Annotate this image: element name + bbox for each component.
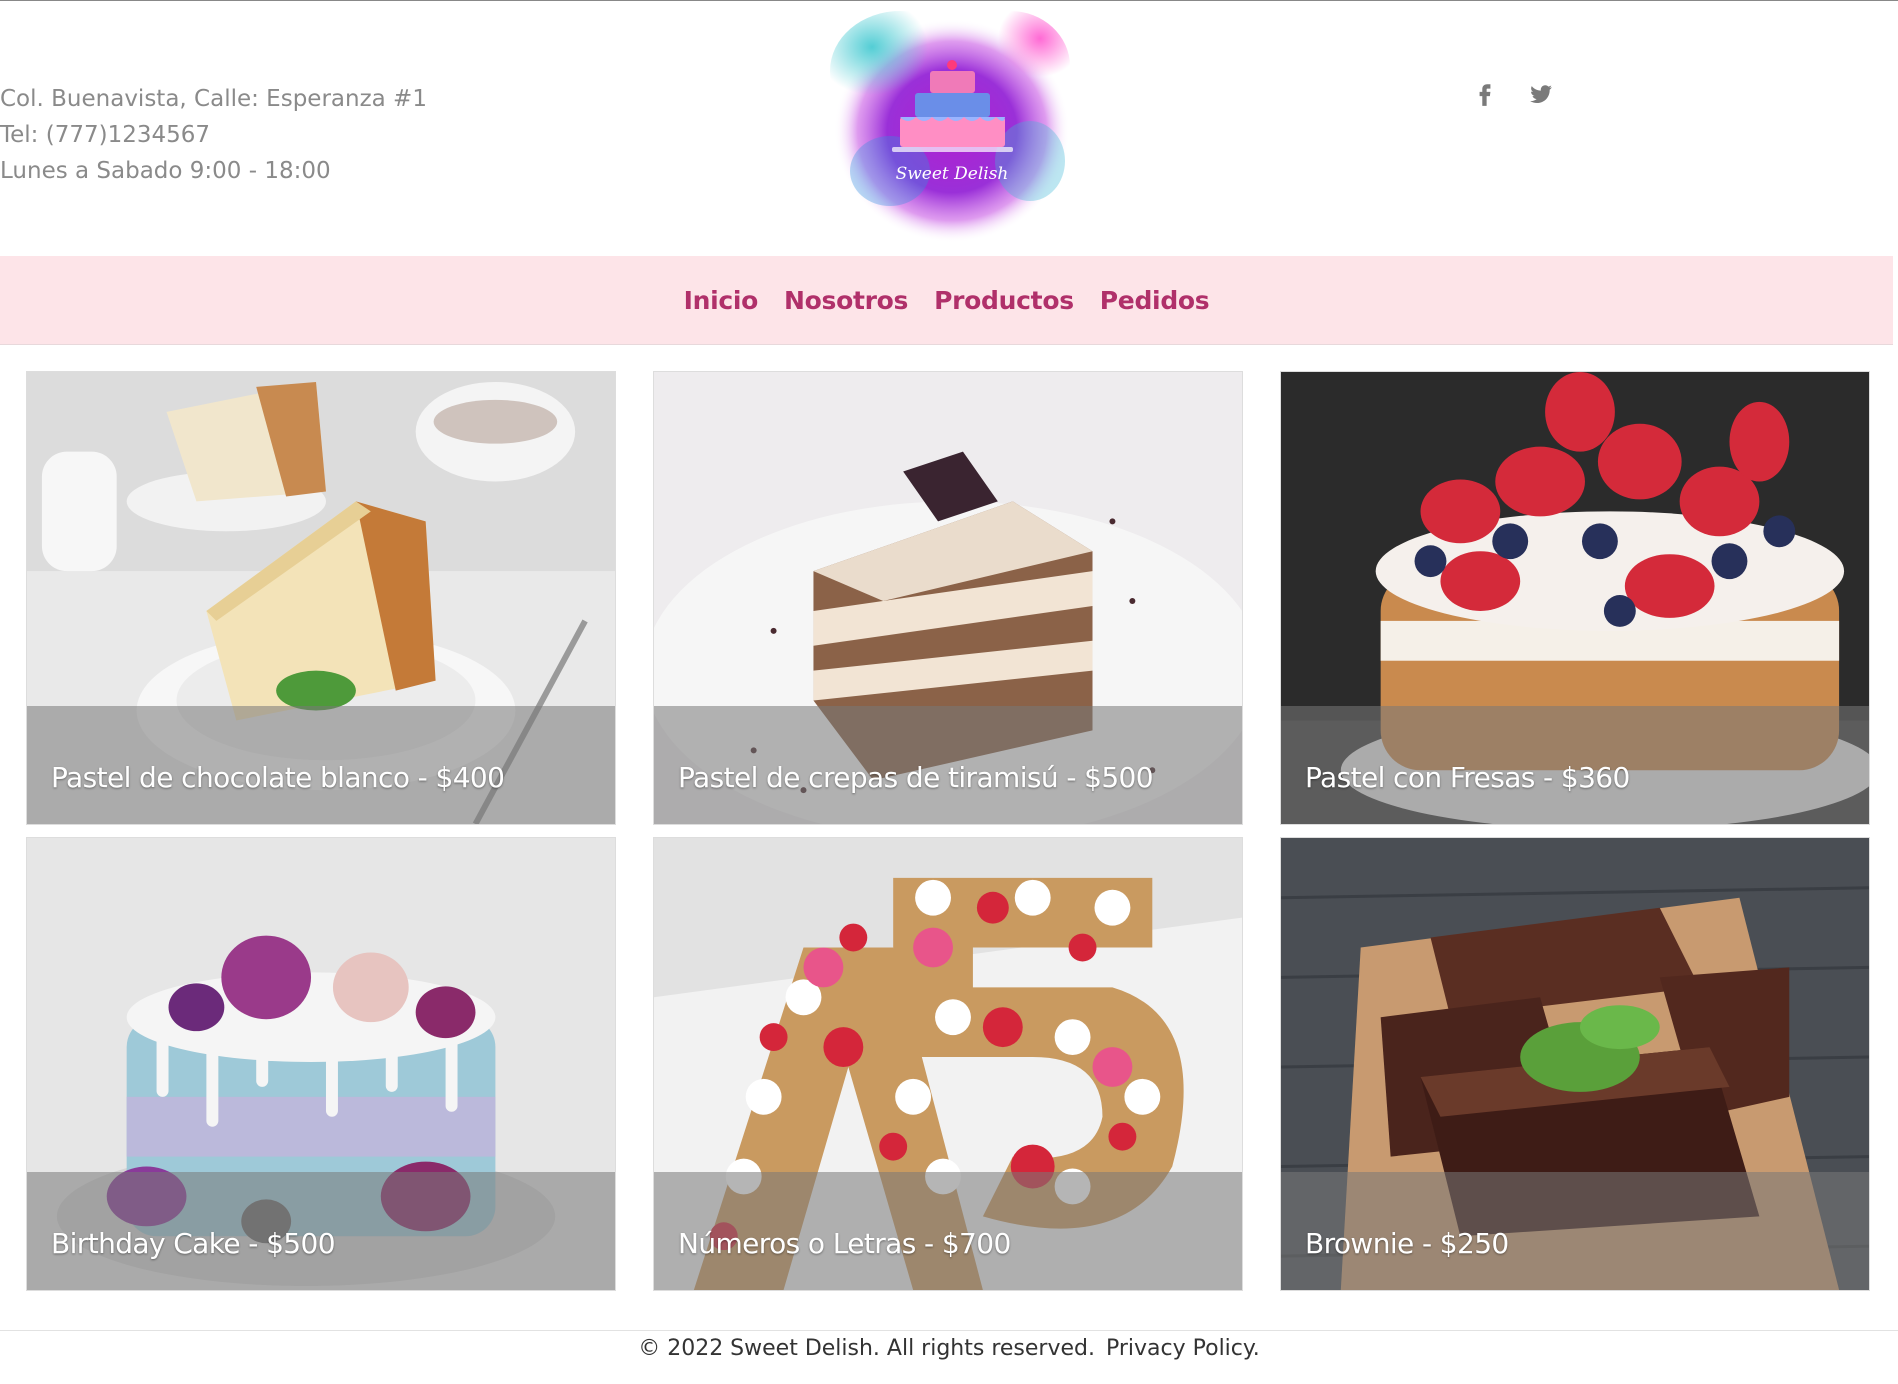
logo-text: Sweet Delish [896,164,1009,184]
product-caption: Birthday Cake - $500 [51,1227,336,1260]
facebook-icon[interactable] [1472,81,1498,107]
nav-productos[interactable]: Productos [934,286,1074,315]
product-caption: Pastel de chocolate blanco - $400 [51,761,505,794]
nav-nosotros[interactable]: Nosotros [784,286,908,315]
social-links [1472,81,1554,107]
nav-inicio[interactable]: Inicio [684,286,759,315]
privacy-policy-link[interactable]: Privacy Policy. [1106,1336,1260,1361]
address-text: Col. Buenavista, Calle: Esperanza #1 [0,86,427,112]
product-caption: Brownie - $250 [1305,1227,1509,1260]
product-card[interactable]: Brownie - $250 [1280,837,1870,1291]
product-caption: Números o Letras - $700 [678,1227,1011,1260]
copyright-text: © 2022 Sweet Delish. All rights reserved… [638,1336,1095,1361]
sweet-delish-logo[interactable]: Sweet Delish [830,11,1075,251]
product-card[interactable]: Birthday Cake - $500 [26,837,616,1291]
product-card[interactable]: Pastel de crepas de tiramisú - $500 [653,371,1243,825]
site-header: Col. Buenavista, Calle: Esperanza #1 Tel… [0,1,1898,256]
nav-pedidos[interactable]: Pedidos [1100,286,1210,315]
product-card[interactable]: Pastel con Fresas - $360 [1280,371,1870,825]
phone-text: Tel: (777)1234567 [0,122,211,148]
footer-divider [0,1330,1898,1331]
product-grid: Pastel de chocolate blanco - $400 Pastel… [26,371,1870,1291]
twitter-icon[interactable] [1528,81,1554,107]
product-caption: Pastel de crepas de tiramisú - $500 [678,761,1154,794]
main-nav: Inicio Nosotros Productos Pedidos [0,256,1893,345]
contact-info: Col. Buenavista, Calle: Esperanza #1 Tel… [0,81,427,189]
hours-text: Lunes a Sabado 9:00 - 18:00 [0,158,331,184]
product-caption: Pastel con Fresas - $360 [1305,761,1630,794]
site-footer: © 2022 Sweet Delish. All rights reserved… [0,1336,1898,1361]
product-card[interactable]: Números o Letras - $700 [653,837,1243,1291]
product-card[interactable]: Pastel de chocolate blanco - $400 [26,371,616,825]
